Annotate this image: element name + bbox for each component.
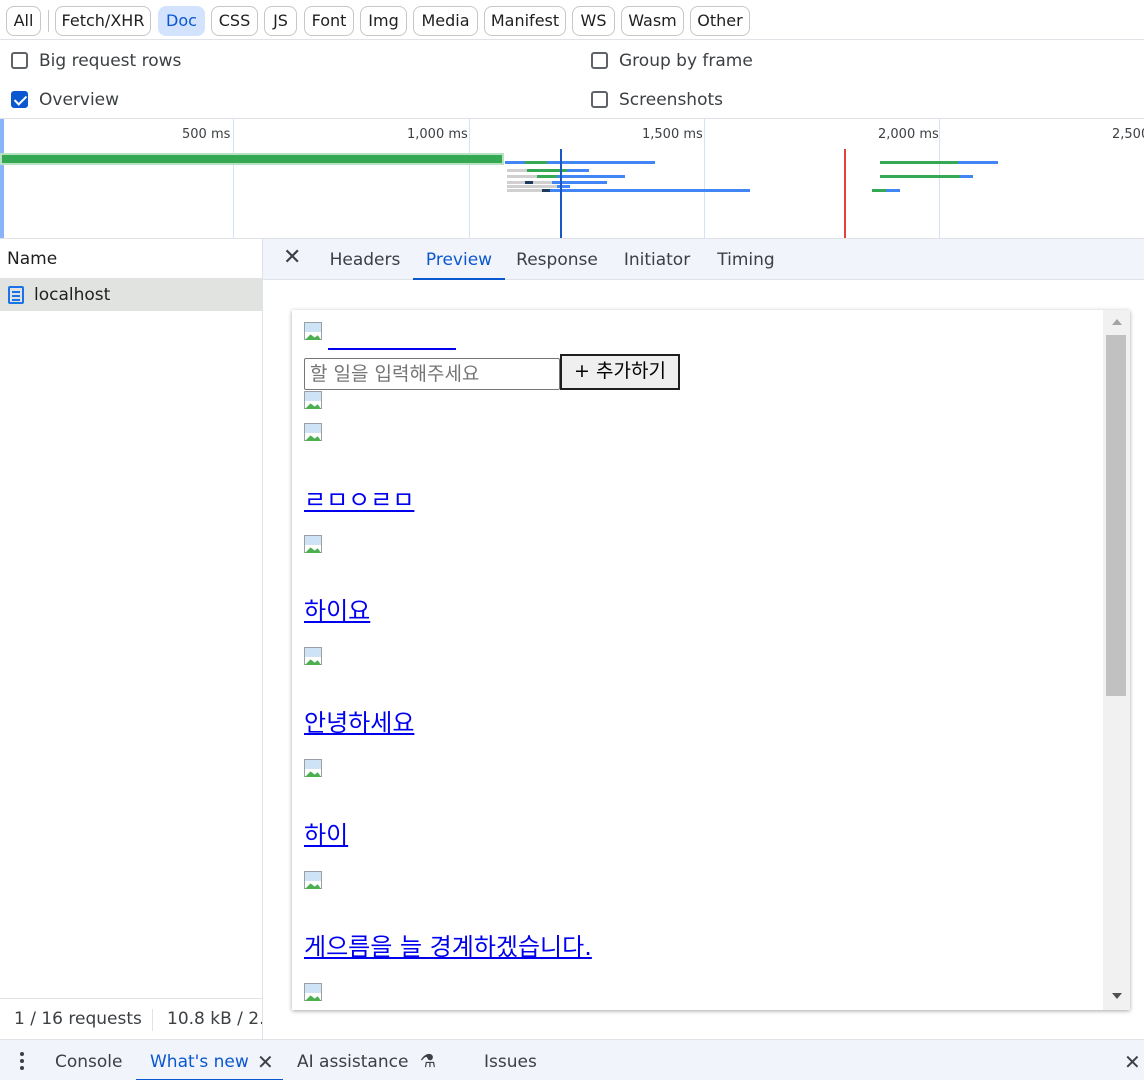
timeline-bar xyxy=(507,189,542,192)
filter-wasm[interactable]: Wasm xyxy=(621,6,684,36)
window-handle-left[interactable] xyxy=(0,119,4,238)
timeline-bar xyxy=(2,155,502,163)
close-icon[interactable]: ✕ xyxy=(283,247,305,269)
timeline-bar xyxy=(507,175,537,178)
big-request-rows-label: Big request rows xyxy=(39,51,182,71)
filter-manifest[interactable]: Manifest xyxy=(484,6,566,36)
todo-item-link[interactable]: ㄹㅁㅇㄹㅁ xyxy=(304,480,414,515)
tick-label: 2,000 ms xyxy=(878,127,939,142)
transfer-size: 10.8 kB / 2. xyxy=(167,1009,262,1029)
filter-fetch-xhr[interactable]: Fetch/XHR xyxy=(55,6,151,36)
filter-css[interactable]: CSS xyxy=(211,6,258,36)
filter-doc[interactable]: Doc xyxy=(158,6,205,36)
tab-response[interactable]: Response xyxy=(509,239,605,280)
timeline-bar xyxy=(507,169,527,172)
todo-input[interactable] xyxy=(304,358,560,390)
scrollbar-thumb[interactable] xyxy=(1106,335,1126,696)
todo-item-link[interactable]: 게으름을 늘 경계하겠습니다. xyxy=(304,927,592,962)
big-request-rows-checkbox[interactable] xyxy=(11,52,28,69)
document-icon xyxy=(8,286,24,304)
grid-line xyxy=(469,119,470,238)
filter-all[interactable]: All xyxy=(6,6,41,36)
drawer-tab-ai-label: AI assistance xyxy=(297,1052,409,1072)
tab-preview[interactable]: Preview xyxy=(413,239,505,280)
filter-js[interactable]: JS xyxy=(264,6,297,36)
overview-label: Overview xyxy=(39,90,120,110)
tick-label: 2,500 xyxy=(1112,127,1144,142)
group-by-frame-label: Group by frame xyxy=(619,51,753,71)
flask-icon: ⚗ xyxy=(419,1051,436,1072)
timeline-bar xyxy=(537,175,557,178)
timeline-bar xyxy=(567,169,589,172)
broken-image-icon xyxy=(304,983,328,1005)
overview-checkbox[interactable] xyxy=(11,91,28,108)
status-bar: 1 / 16 requests 10.8 kB / 2. xyxy=(0,998,262,1039)
close-drawer-icon[interactable]: ✕ xyxy=(1124,1040,1141,1080)
group-by-frame-checkbox[interactable] xyxy=(591,52,608,69)
status-divider xyxy=(152,1009,153,1031)
drawer-tabbar: Console What's new ✕ AI assistance ⚗ Iss… xyxy=(0,1039,1144,1080)
scroll-down-icon[interactable] xyxy=(1112,993,1122,999)
timeline-bar xyxy=(542,189,550,192)
timeline-bar xyxy=(872,189,886,192)
filter-divider xyxy=(48,10,49,32)
filter-bar: All Fetch/XHR Doc CSS JS Font Img Media … xyxy=(0,0,1144,40)
load-marker xyxy=(844,149,846,238)
preview-frame[interactable]: + 추가하기 ㄹㅁㅇㄹㅁ 하이요 안녕하세요 하이 게으름을 늘 경계하겠습니다… xyxy=(292,310,1130,1010)
broken-image-icon xyxy=(304,535,328,557)
todo-item-link[interactable]: 안녕하세요 xyxy=(304,703,414,738)
broken-image-icon xyxy=(304,423,328,445)
preview-content: + 추가하기 ㄹㅁㅇㄹㅁ 하이요 안녕하세요 하이 게으름을 늘 경계하겠습니다… xyxy=(292,310,1103,1010)
drawer-tab-issues[interactable]: Issues xyxy=(484,1040,537,1080)
detail-tabbar: ✕ Headers Preview Response Initiator Tim… xyxy=(263,239,1144,280)
empty-link[interactable] xyxy=(328,348,456,350)
request-row-localhost[interactable]: localhost xyxy=(0,279,262,311)
tick-label: 500 ms xyxy=(182,127,231,142)
request-count: 1 / 16 requests xyxy=(14,1009,142,1029)
broken-image-icon xyxy=(304,391,328,413)
drawer-tab-whats-new-label: What's new xyxy=(150,1052,249,1072)
broken-image-icon xyxy=(304,759,328,781)
request-detail-pane: ✕ Headers Preview Response Initiator Tim… xyxy=(263,239,1144,1039)
grid-line xyxy=(704,119,705,238)
filter-other[interactable]: Other xyxy=(690,6,750,36)
tab-timing[interactable]: Timing xyxy=(709,239,783,280)
todo-item-link[interactable]: 하이 xyxy=(304,815,348,850)
request-name: localhost xyxy=(34,285,111,305)
more-icon[interactable] xyxy=(20,1052,24,1070)
drawer-tab-console[interactable]: Console xyxy=(55,1040,123,1080)
broken-image-icon xyxy=(304,647,328,669)
timeline-bar xyxy=(507,185,557,188)
broken-image-icon xyxy=(304,871,328,893)
drawer-tab-ai-assistance[interactable]: AI assistance ⚗ xyxy=(297,1040,436,1080)
timeline-bar xyxy=(525,161,547,164)
timeline-bar xyxy=(525,181,533,184)
grid-line xyxy=(939,119,940,238)
tab-initiator[interactable]: Initiator xyxy=(613,239,701,280)
tick-label: 1,500 ms xyxy=(642,127,703,142)
broken-image-icon xyxy=(304,322,328,344)
grid-line xyxy=(233,119,234,238)
tab-headers[interactable]: Headers xyxy=(320,239,410,280)
filter-media[interactable]: Media xyxy=(413,6,478,36)
screenshots-label: Screenshots xyxy=(619,90,724,110)
drawer-tab-whats-new[interactable]: What's new ✕ xyxy=(136,1040,283,1080)
filter-img[interactable]: Img xyxy=(360,6,407,36)
close-tab-icon[interactable]: ✕ xyxy=(257,1040,274,1080)
filter-ws[interactable]: WS xyxy=(572,6,615,36)
todo-item-link[interactable]: 하이요 xyxy=(304,591,370,626)
filter-font[interactable]: Font xyxy=(304,6,354,36)
scroll-up-icon[interactable] xyxy=(1112,319,1122,325)
vertical-scrollbar[interactable] xyxy=(1103,310,1130,1010)
timeline-bar xyxy=(880,175,960,178)
request-list: Name localhost 1 / 16 requests 10.8 kB /… xyxy=(0,239,263,1039)
screenshots-checkbox[interactable] xyxy=(591,91,608,108)
timeline-bar xyxy=(880,161,958,164)
tick-label: 1,000 ms xyxy=(407,127,468,142)
name-column-header[interactable]: Name xyxy=(0,239,262,279)
overview-timeline[interactable]: 500 ms 1,000 ms 1,500 ms 2,000 ms 2,500 xyxy=(0,118,1144,239)
domcontentloaded-marker xyxy=(560,149,562,238)
add-todo-button[interactable]: + 추가하기 xyxy=(560,354,680,390)
